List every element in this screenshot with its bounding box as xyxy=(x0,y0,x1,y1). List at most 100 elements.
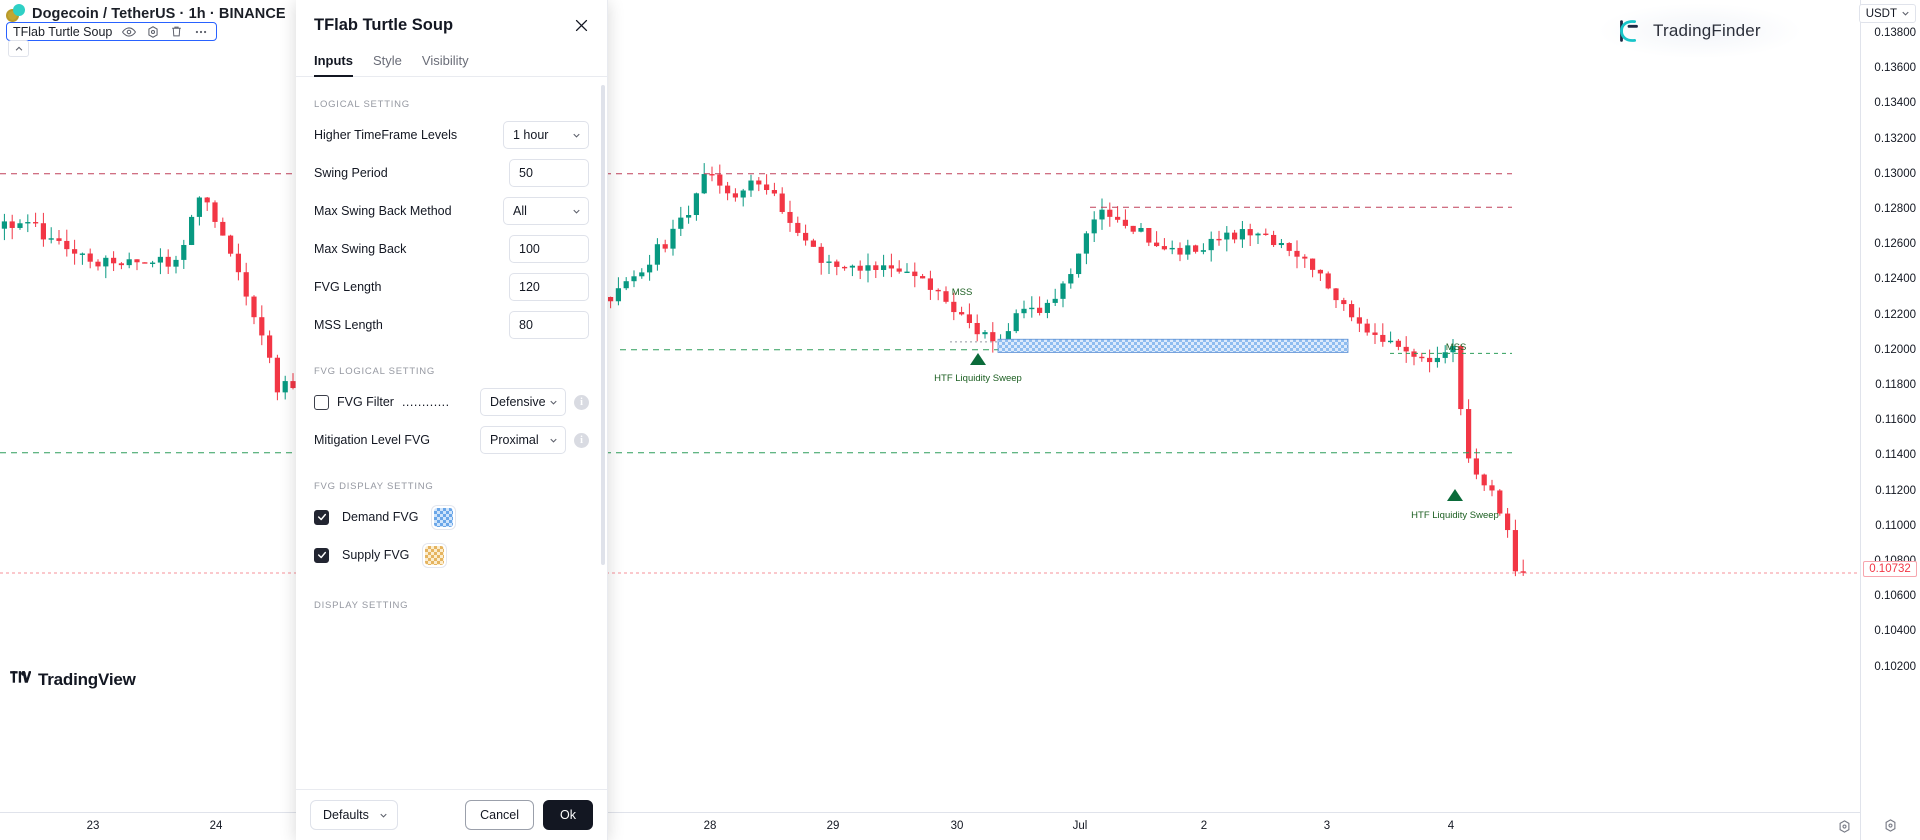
tradingfinder-logo-icon xyxy=(1614,16,1644,46)
price-tick: 0.11200 xyxy=(1875,485,1916,497)
htf-liquidity-sweep-marker-2 xyxy=(1447,489,1463,501)
mitigation-level-fvg-select[interactable]: Proximal xyxy=(480,426,566,454)
settings-icon[interactable] xyxy=(145,24,160,39)
price-tick: 0.13400 xyxy=(1874,97,1916,109)
price-tick: 0.13600 xyxy=(1874,62,1916,74)
chart-annotation-htf-1: HTF Liquidity Sweep xyxy=(934,373,1022,384)
select-value: Proximal xyxy=(490,433,539,447)
dialog-body: LOGICAL SETTING Higher TimeFrame Levels … xyxy=(296,77,607,789)
check-icon xyxy=(317,512,327,522)
footer-action-group: Cancel Ok xyxy=(465,800,593,830)
fvg-filter-checkbox[interactable] xyxy=(314,395,329,410)
select-value: 1 hour xyxy=(513,128,548,142)
close-icon[interactable] xyxy=(569,13,593,37)
tab-visibility[interactable]: Visibility xyxy=(422,53,469,76)
tab-style[interactable]: Style xyxy=(373,53,402,76)
price-tick: 0.12600 xyxy=(1874,238,1916,250)
eye-icon[interactable] xyxy=(121,24,136,39)
price-axis[interactable]: USDT 0.13800 0.13600 0.13400 0.13200 0.13000… xyxy=(1860,0,1920,840)
trading-chart-app: MSS HTF Liquidity Sweep MSS HTF Liquidit… xyxy=(0,0,1920,840)
indicator-legend-tflab-turtle-soup[interactable]: TFlab Turtle Soup xyxy=(6,22,217,41)
chevron-down-icon xyxy=(548,397,559,408)
tab-inputs[interactable]: Inputs xyxy=(314,53,353,76)
max-swing-back-input[interactable]: 100 xyxy=(509,235,589,263)
dialog-scroll-content: LOGICAL SETTING Higher TimeFrame Levels … xyxy=(296,77,607,789)
legend-collapse-button[interactable] xyxy=(8,40,29,57)
time-tick: Jul xyxy=(1073,820,1088,832)
axis-settings-icon[interactable] xyxy=(1883,818,1899,834)
dialog-title: TFlab Turtle Soup xyxy=(314,16,589,35)
fvg-filter-label-group: FVG Filter ............ xyxy=(314,395,450,410)
dogecoin-icon xyxy=(6,4,25,23)
info-icon[interactable]: i xyxy=(574,395,589,410)
info-icon[interactable]: i xyxy=(574,433,589,448)
field-row-fvg-length: FVG Length 120 xyxy=(314,268,589,306)
field-row-demand-fvg: Demand FVG xyxy=(314,498,589,536)
section-heading-fvg-display-setting: FVG DISPLAY SETTING xyxy=(314,481,589,492)
price-tick: 0.12000 xyxy=(1874,344,1916,356)
section-heading-logical-setting: LOGICAL SETTING xyxy=(314,99,589,110)
field-label: Swing Period xyxy=(314,166,388,180)
time-tick: 23 xyxy=(87,820,100,832)
chevron-down-icon xyxy=(1900,8,1911,19)
mss-length-input[interactable]: 80 xyxy=(509,311,589,339)
supply-fvg-color-swatch[interactable] xyxy=(422,543,447,568)
tradingview-logo-icon xyxy=(10,670,31,690)
indicator-name: TFlab Turtle Soup xyxy=(13,25,112,39)
price-tick: 0.12800 xyxy=(1874,203,1916,215)
supply-fvg-checkbox[interactable] xyxy=(314,548,329,563)
price-tick: 0.11800 xyxy=(1875,379,1916,391)
chart-annotation-mss-2: MSS xyxy=(1446,342,1467,353)
time-tick: 24 xyxy=(210,820,223,832)
tradingfinder-label: TradingFinder xyxy=(1653,21,1761,41)
fvg-length-input[interactable]: 120 xyxy=(509,273,589,301)
more-icon[interactable] xyxy=(193,24,208,39)
field-row-max-swing-back-method: Max Swing Back Method All xyxy=(314,192,589,230)
price-tick: 0.13800 xyxy=(1874,27,1916,39)
demand-fvg-color-swatch[interactable] xyxy=(431,505,456,530)
field-label: Demand FVG xyxy=(342,510,418,524)
time-axis-settings-icon[interactable] xyxy=(1837,819,1852,834)
field-label: Mitigation Level FVG xyxy=(314,433,430,447)
price-tick: 0.13200 xyxy=(1874,133,1916,145)
fvg-filter-select[interactable]: Defensive xyxy=(480,388,566,416)
dialog-header: TFlab Turtle Soup xyxy=(296,0,607,35)
max-swing-back-method-select[interactable]: All xyxy=(503,197,589,225)
field-row-max-swing-back: Max Swing Back 100 xyxy=(314,230,589,268)
field-row-supply-fvg: Supply FVG xyxy=(314,536,589,574)
price-tick: 0.11000 xyxy=(1875,520,1916,532)
time-tick: 4 xyxy=(1448,820,1454,832)
price-tick: 0.11600 xyxy=(1875,414,1916,426)
symbol-title[interactable]: Dogecoin / TetherUS · 1h · BINANCE xyxy=(32,6,286,22)
price-tick: 0.13000 xyxy=(1874,168,1916,180)
field-label: FVG Length xyxy=(314,280,381,294)
demand-fvg-checkbox[interactable] xyxy=(314,510,329,525)
dialog-scrollbar[interactable] xyxy=(601,85,605,565)
mitigation-level-control-group: Proximal i xyxy=(480,426,589,454)
currency-label: USDT xyxy=(1866,8,1897,20)
time-axis[interactable]: 2324282930Jul234 xyxy=(0,812,1860,840)
tradingview-logo: TradingView xyxy=(10,670,136,690)
field-label-dots: ............ xyxy=(402,395,450,409)
chart-area[interactable] xyxy=(0,0,1920,840)
swing-period-input[interactable]: 50 xyxy=(509,159,589,187)
cancel-button[interactable]: Cancel xyxy=(465,800,534,830)
check-icon xyxy=(317,550,327,560)
ok-button[interactable]: Ok xyxy=(543,800,593,830)
section-heading-display-setting: DISPLAY SETTING xyxy=(314,600,589,611)
price-tick: 0.10600 xyxy=(1874,590,1916,602)
higher-timeframe-levels-select[interactable]: 1 hour xyxy=(503,121,589,149)
input-value: 120 xyxy=(519,280,540,294)
last-price-badge: 0.10732 xyxy=(1863,561,1917,577)
trash-icon[interactable] xyxy=(169,24,184,39)
price-tick: 0.10200 xyxy=(1874,661,1916,673)
field-label: Max Swing Back Method xyxy=(314,204,452,218)
dialog-footer: Defaults Cancel Ok xyxy=(296,789,607,840)
select-value: All xyxy=(513,204,527,218)
time-tick: 28 xyxy=(704,820,717,832)
currency-selector[interactable]: USDT xyxy=(1859,4,1916,23)
chevron-down-icon xyxy=(571,206,582,217)
tradingfinder-watermark: TradingFinder xyxy=(1600,4,1800,58)
defaults-button[interactable]: Defaults xyxy=(310,800,398,830)
input-value: 100 xyxy=(519,242,540,256)
